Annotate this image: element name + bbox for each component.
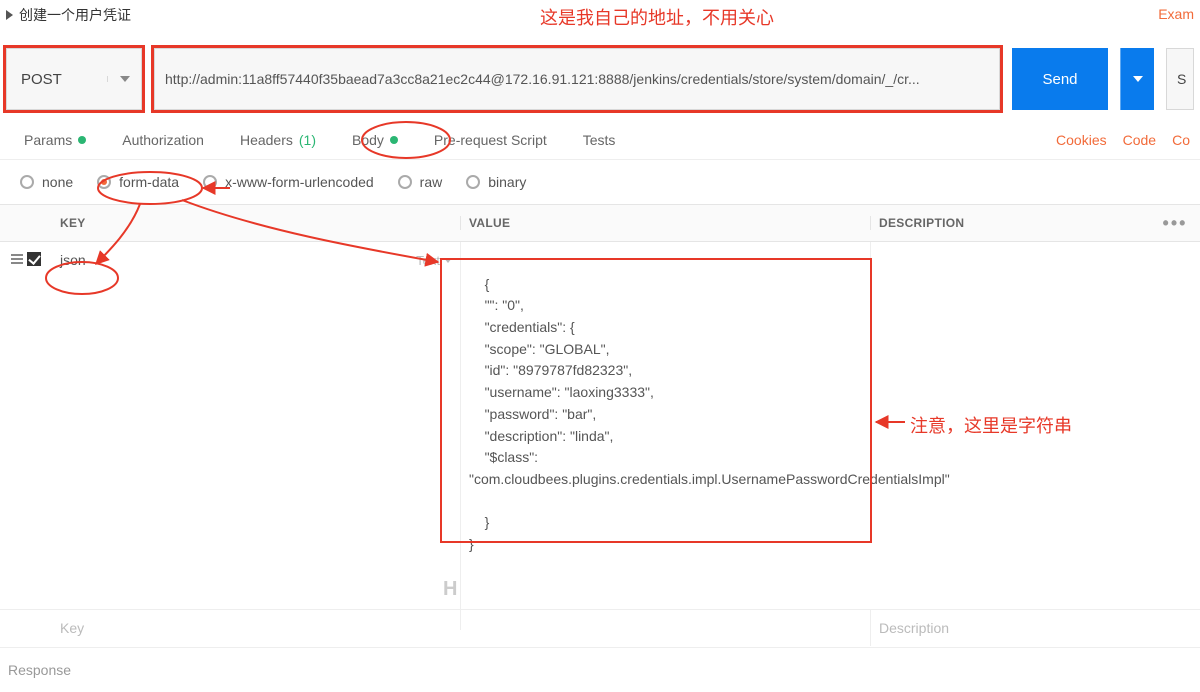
kv-table-header: KEY VALUE DESCRIPTION •••: [0, 204, 1200, 242]
cookies-link[interactable]: Cookies: [1056, 132, 1107, 148]
tab-authorization[interactable]: Authorization: [104, 120, 222, 159]
kv-key-cell[interactable]: json Text: [52, 242, 460, 278]
kv-key-placeholder[interactable]: Key: [52, 610, 460, 646]
tab-body[interactable]: Body: [334, 120, 416, 159]
headers-count: (1): [299, 132, 316, 148]
dot-icon: [390, 136, 398, 144]
kv-key-type-select[interactable]: Text: [416, 253, 452, 268]
request-url-input[interactable]: http://admin:11a8ff57440f35baead7a3cc8a2…: [154, 48, 1000, 110]
tab-pre-request-script[interactable]: Pre-request Script: [416, 120, 565, 159]
code-link[interactable]: Code: [1123, 132, 1156, 148]
http-method-select[interactable]: POST: [6, 48, 142, 110]
comments-link-cut[interactable]: Co: [1172, 132, 1190, 148]
request-url-text: http://admin:11a8ff57440f35baead7a3cc8a2…: [165, 71, 920, 87]
col-key: KEY: [52, 216, 460, 230]
body-type-row: none form-data x-www-form-urlencoded raw…: [0, 160, 1200, 204]
body-type-none[interactable]: none: [20, 174, 73, 190]
kv-desc-cell[interactable]: [870, 242, 1200, 262]
drag-handle-icon[interactable]: [11, 254, 23, 264]
annotation-top-note: 这是我自己的地址，不用关心: [540, 4, 774, 30]
body-type-x-www-form-urlencoded[interactable]: x-www-form-urlencoded: [203, 174, 374, 190]
body-type-raw[interactable]: raw: [398, 174, 443, 190]
examples-link-cut[interactable]: Exam: [1158, 6, 1194, 22]
tab-headers[interactable]: Headers (1): [222, 120, 334, 159]
kv-value-text: { "": "0", "credentials": { "scope": "GL…: [469, 276, 950, 552]
col-value: VALUE: [460, 216, 870, 230]
response-section-label: Response: [0, 648, 1200, 692]
save-button-cut[interactable]: S: [1166, 48, 1194, 110]
kv-desc-placeholder[interactable]: Description: [870, 610, 1200, 646]
body-type-form-data[interactable]: form-data: [97, 174, 179, 190]
expand-caret-icon[interactable]: [6, 10, 13, 20]
kv-key-text: json: [60, 252, 86, 268]
kv-more-icon[interactable]: •••: [1150, 213, 1200, 234]
hidden-H: H: [443, 574, 457, 605]
body-type-binary[interactable]: binary: [466, 174, 526, 190]
tab-params[interactable]: Params: [6, 120, 104, 159]
tab-tests[interactable]: Tests: [565, 120, 634, 159]
http-method-dropdown-icon[interactable]: [107, 76, 141, 82]
row-checkbox[interactable]: [27, 252, 41, 266]
send-dropdown[interactable]: [1120, 48, 1154, 110]
annotation-bottom-note: 注意，这里是字符串: [910, 412, 1072, 438]
col-description: DESCRIPTION: [870, 216, 1150, 230]
request-tabs: Params Authorization Headers (1) Body Pr…: [0, 120, 1200, 160]
send-button[interactable]: Send: [1012, 48, 1108, 110]
http-method-label: POST: [7, 71, 107, 88]
dot-icon: [78, 136, 86, 144]
kv-value-cell[interactable]: { "": "0", "credentials": { "scope": "GL…: [460, 242, 870, 609]
request-title: 创建一个用户凭证: [19, 5, 131, 25]
chevron-down-icon: [444, 258, 452, 263]
